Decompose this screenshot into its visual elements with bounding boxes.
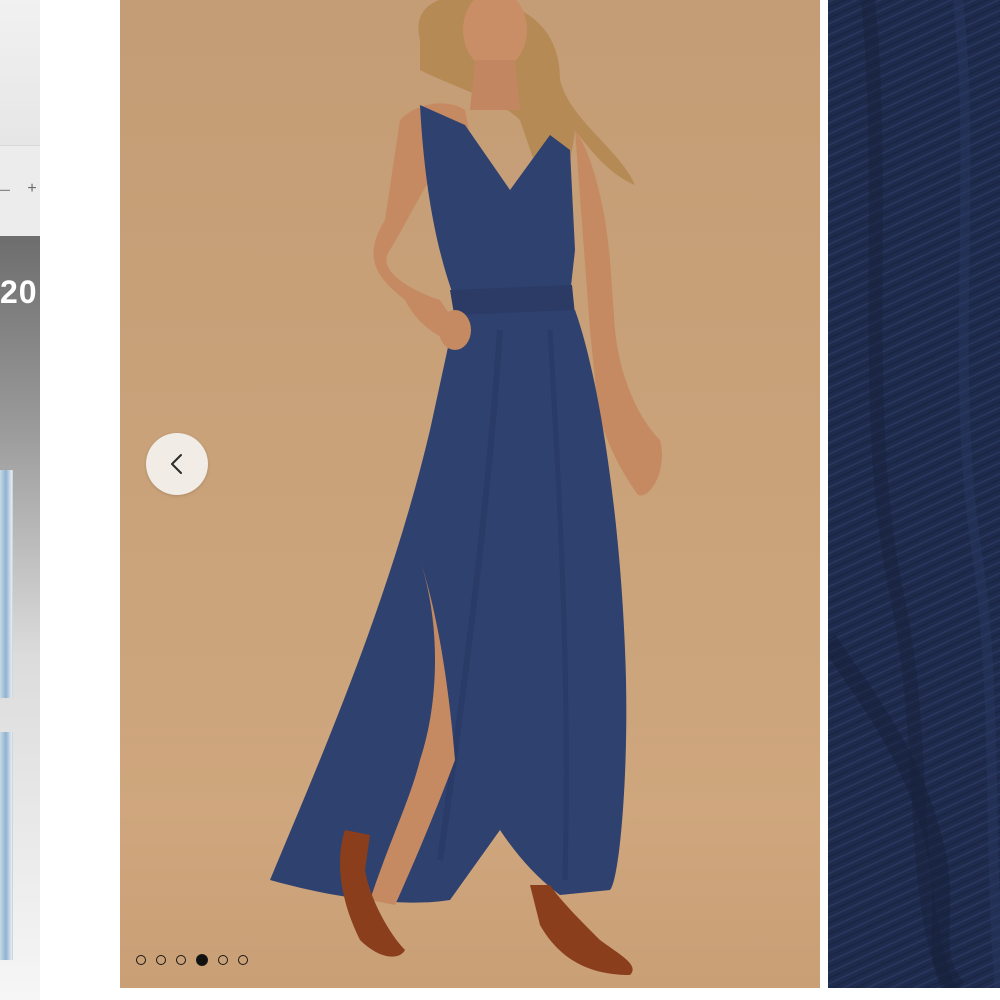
background-header [0, 0, 40, 145]
chevron-left-icon [171, 454, 182, 474]
pagination-dot[interactable] [136, 955, 146, 965]
pagination-dot[interactable] [238, 955, 248, 965]
pagination-dot[interactable] [176, 955, 186, 965]
page-root: – + 20 [0, 0, 1000, 1000]
zoom-out-button[interactable]: – [0, 176, 16, 202]
background-thumbnail[interactable] [0, 732, 13, 960]
zoom-in-button[interactable]: + [24, 176, 40, 202]
fabric-texture [828, 0, 1000, 988]
background-page-panel: – + 20 [0, 0, 40, 1000]
pagination-dot[interactable] [218, 955, 228, 965]
pagination-dot[interactable] [156, 955, 166, 965]
product-gallery-image[interactable] [120, 0, 820, 988]
previous-image-button[interactable] [146, 433, 208, 495]
product-detail-image[interactable] [828, 0, 1000, 988]
background-thumbnail[interactable] [0, 470, 13, 698]
background-year-text: 20 [0, 274, 38, 310]
product-photo [270, 0, 662, 975]
image-pagination-dots [136, 952, 248, 968]
zoom-controls: – + [0, 176, 40, 202]
pagination-dot-active[interactable] [196, 954, 208, 966]
